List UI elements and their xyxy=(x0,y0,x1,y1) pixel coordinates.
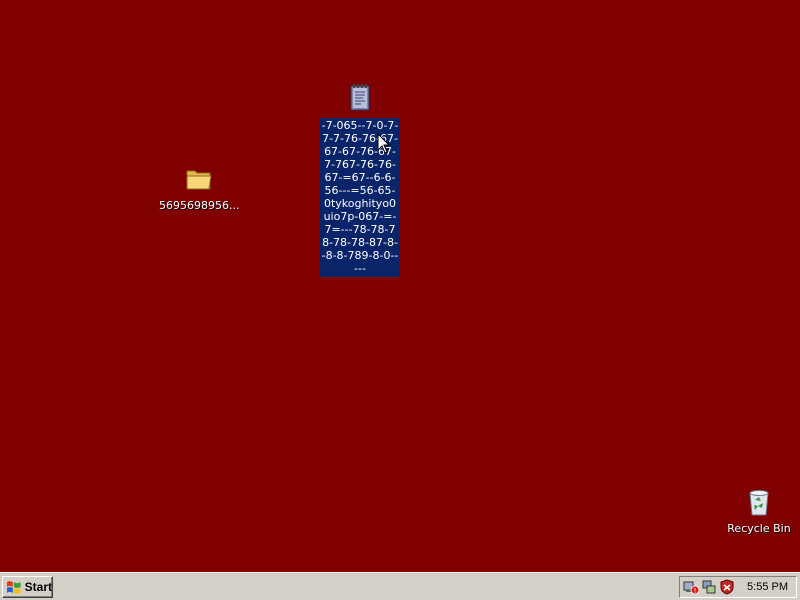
desktop-icon-label: -7-065--7-0-7-7-7-76-76-67-67-67-76-67-7… xyxy=(320,118,400,277)
security-shield-icon[interactable] xyxy=(719,579,735,595)
clock[interactable]: 5:55 PM xyxy=(747,581,788,593)
desktop-icon-label: 5695698956... xyxy=(159,199,240,212)
windows-logo-icon xyxy=(6,581,21,594)
taskbar: Start ! 5:55 PM xyxy=(0,572,800,600)
system-tray: ! 5:55 PM xyxy=(679,576,797,598)
notepad-doc-icon xyxy=(344,82,376,114)
network-warning-icon[interactable]: ! xyxy=(683,579,699,595)
desktop[interactable]: -7-065--7-0-7-7-7-76-76-67-67-67-76-67-7… xyxy=(0,0,800,572)
start-label: Start xyxy=(24,580,52,594)
start-button[interactable]: Start xyxy=(2,576,53,598)
desktop-icon-recycle-bin[interactable]: Recycle Bin xyxy=(719,486,799,535)
network-icon[interactable] xyxy=(701,579,717,595)
folder-icon xyxy=(183,163,215,195)
desktop-icon-label: Recycle Bin xyxy=(727,522,791,535)
svg-text:!: ! xyxy=(694,587,697,595)
recycle-bin-icon xyxy=(743,486,775,518)
desktop-icon-folder[interactable]: 5695698956... xyxy=(159,163,239,212)
desktop-icon-text-document[interactable]: -7-065--7-0-7-7-7-76-76-67-67-67-76-67-7… xyxy=(319,82,401,277)
